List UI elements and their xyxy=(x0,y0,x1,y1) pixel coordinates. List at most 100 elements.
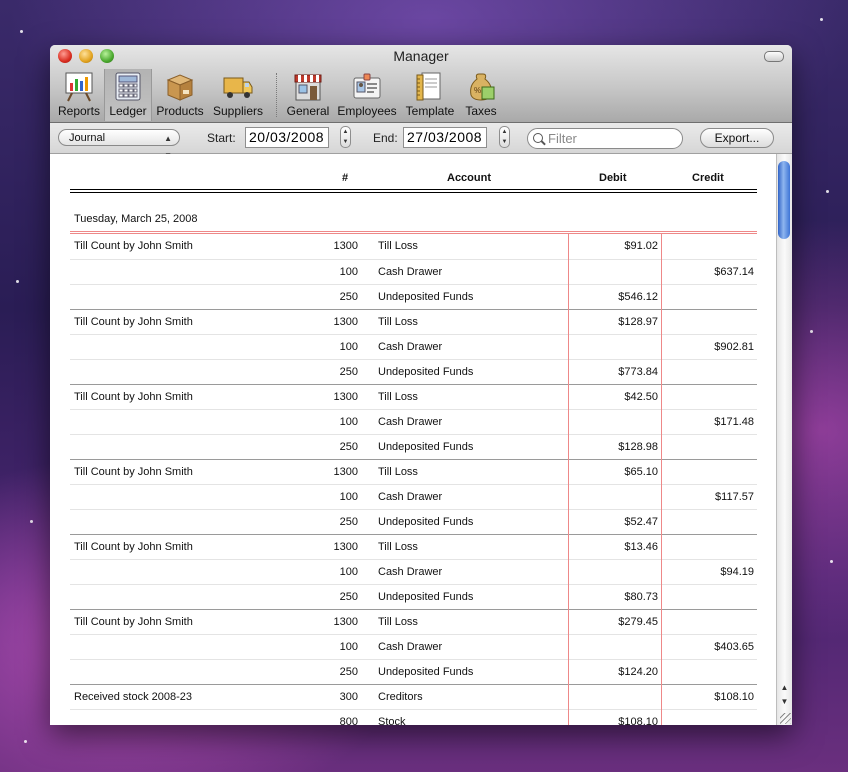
manager-window: Manager Reports Ledger Products Supplier… xyxy=(50,45,792,725)
row-account-name: Stock xyxy=(378,716,406,725)
vertical-scrollbar[interactable]: ▲ ▼ xyxy=(776,154,792,725)
table-row[interactable]: 100 Cash Drawer $637.14 xyxy=(70,259,757,285)
toolbar-toggle-button[interactable] xyxy=(764,51,784,62)
start-date-stepper[interactable]: ▲ ▼ xyxy=(340,126,351,148)
row-description: Till Count by John Smith xyxy=(74,466,193,478)
table-row[interactable]: Till Count by John Smith 1300 Till Loss $91… xyxy=(70,234,757,259)
row-debit: $91.02 xyxy=(624,240,658,252)
row-account-number: 250 xyxy=(339,366,358,378)
start-label: Start: xyxy=(207,131,236,145)
row-account-name: Till Loss xyxy=(378,316,418,328)
table-row[interactable]: 100 Cash Drawer $902.81 xyxy=(70,334,757,360)
row-account-number: 800 xyxy=(339,716,358,725)
table-row[interactable]: 250 Undeposited Funds $52.47 xyxy=(70,509,757,535)
toolbar-template-button[interactable]: Template xyxy=(403,71,457,119)
table-row[interactable]: 100 Cash Drawer $94.19 xyxy=(70,559,757,585)
svg-text:%: % xyxy=(474,86,481,95)
toolbar-suppliers-label: Suppliers xyxy=(212,104,264,118)
row-description: Received stock 2008-23 xyxy=(74,691,193,703)
table-row[interactable]: Till Count by John Smith 1300 Till Loss $27… xyxy=(70,609,757,635)
row-debit: $42.50 xyxy=(624,391,658,403)
row-debit: $546.12 xyxy=(618,291,658,303)
row-account-number: 100 xyxy=(339,416,358,428)
row-credit: $637.14 xyxy=(714,266,754,278)
row-account-name: Till Loss xyxy=(378,240,418,252)
toolbar-reports-button[interactable]: Reports xyxy=(56,71,102,119)
scroll-up-arrow[interactable]: ▲ xyxy=(777,681,792,695)
filter-bar: Journal ▲▼ Start: 20/03/2008 ▲▼ End: 27/… xyxy=(50,123,792,160)
journal-table: # Account Debit Credit Tuesday, March 25… xyxy=(50,154,777,725)
date-rule xyxy=(70,231,757,232)
toolbar-products-button[interactable]: Products xyxy=(154,71,206,119)
row-account-number: 100 xyxy=(339,341,358,353)
row-credit: $902.81 xyxy=(714,341,754,353)
table-row[interactable]: Till Count by John Smith 1300 Till Loss $12… xyxy=(70,309,757,335)
search-icon xyxy=(533,133,543,143)
table-row[interactable]: Received stock 2008-23 300 Creditors $108.1… xyxy=(70,684,757,710)
row-account-number: 1300 xyxy=(333,316,358,328)
table-row[interactable]: Till Count by John Smith 1300 Till Loss $65… xyxy=(70,459,757,485)
table-row[interactable]: 250 Undeposited Funds $124.20 xyxy=(70,659,757,685)
toolbar-template-label: Template xyxy=(405,104,455,118)
row-account-name: Cash Drawer xyxy=(378,341,443,353)
table-row[interactable]: 100 Cash Drawer $403.65 xyxy=(70,634,757,660)
table-row[interactable]: 250 Undeposited Funds $80.73 xyxy=(70,584,757,610)
end-date-stepper[interactable]: ▲ ▼ xyxy=(499,126,510,148)
row-account-number: 100 xyxy=(339,641,358,653)
row-account-name: Cash Drawer xyxy=(378,491,443,503)
row-account-number: 1300 xyxy=(333,616,358,628)
table-row[interactable]: 250 Undeposited Funds $546.12 xyxy=(70,284,757,310)
toolbar-suppliers-button[interactable]: Suppliers xyxy=(210,71,266,119)
row-description: Till Count by John Smith xyxy=(74,391,193,403)
box-icon xyxy=(164,71,196,102)
scroll-down-arrow[interactable]: ▼ xyxy=(777,695,792,709)
title-bar: Manager Reports Ledger Products Supplier… xyxy=(50,45,792,123)
credit-column-line xyxy=(661,233,662,725)
table-row[interactable]: 800 Stock $108.10 xyxy=(70,709,757,725)
toolbar-taxes-label: Taxes xyxy=(465,104,497,118)
toolbar-employees-button[interactable]: Employees xyxy=(337,71,397,119)
table-row[interactable]: Till Count by John Smith 1300 Till Loss $42… xyxy=(70,384,757,410)
row-account-number: 250 xyxy=(339,441,358,453)
table-row[interactable]: 250 Undeposited Funds $773.84 xyxy=(70,359,757,385)
toolbar-reports-label: Reports xyxy=(57,104,101,118)
row-account-number: 250 xyxy=(339,516,358,528)
column-header-account: Account xyxy=(447,172,491,184)
row-debit: $128.97 xyxy=(618,316,658,328)
debit-column-line xyxy=(568,233,569,725)
table-row[interactable]: 100 Cash Drawer $171.48 xyxy=(70,409,757,435)
resize-grip[interactable] xyxy=(780,713,791,724)
row-account-number: 250 xyxy=(339,291,358,303)
row-credit: $108.10 xyxy=(714,691,754,703)
row-account-number: 1300 xyxy=(333,391,358,403)
table-row[interactable]: Till Count by John Smith 1300 Till Loss $13… xyxy=(70,534,757,560)
row-account-name: Undeposited Funds xyxy=(378,516,474,528)
row-account-name: Till Loss xyxy=(378,391,418,403)
row-account-name: Undeposited Funds xyxy=(378,291,474,303)
filter-input[interactable] xyxy=(548,131,676,146)
toolbar-general-button[interactable]: General xyxy=(284,71,332,119)
chart-easel-icon xyxy=(63,71,95,102)
row-account-number: 1300 xyxy=(333,541,358,553)
toolbar-ledger-button[interactable]: Ledger xyxy=(104,69,152,121)
table-row[interactable]: 100 Cash Drawer $117.57 xyxy=(70,484,757,510)
date-heading: Tuesday, March 25, 2008 xyxy=(74,213,198,225)
row-account-number: 300 xyxy=(339,691,358,703)
filter-search-field[interactable] xyxy=(527,128,683,149)
row-account-number: 1300 xyxy=(333,466,358,478)
scroll-thumb[interactable] xyxy=(778,161,790,239)
row-credit: $403.65 xyxy=(714,641,754,653)
view-select[interactable]: Journal ▲▼ xyxy=(58,129,180,160)
window-title: Manager xyxy=(393,48,449,64)
toolbar-taxes-button[interactable]: % Taxes xyxy=(461,71,501,119)
table-row[interactable]: 250 Undeposited Funds $128.98 xyxy=(70,434,757,460)
end-date-field[interactable]: 27/03/2008 xyxy=(403,127,487,148)
start-date-field[interactable]: 20/03/2008 xyxy=(245,127,329,148)
row-description: Till Count by John Smith xyxy=(74,616,193,628)
column-header-credit: Credit xyxy=(692,172,724,184)
export-button[interactable]: Export... xyxy=(700,128,774,148)
row-description: Till Count by John Smith xyxy=(74,316,193,328)
header-rule xyxy=(70,192,757,193)
row-account-name: Cash Drawer xyxy=(378,566,443,578)
row-account-number: 250 xyxy=(339,666,358,678)
